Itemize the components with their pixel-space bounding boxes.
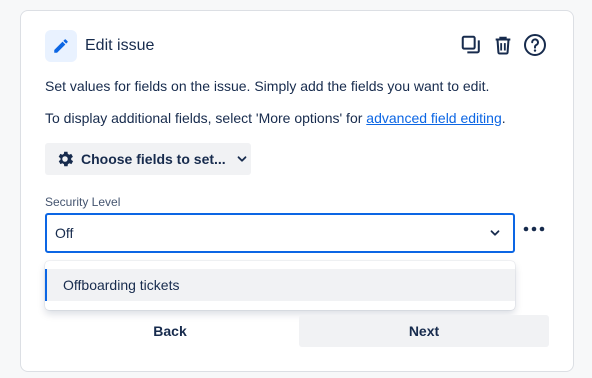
advanced-editing-prefix: To display additional fields, select 'Mo… [45,110,367,126]
security-level-select[interactable]: Off [45,213,515,253]
next-button[interactable]: Next [299,315,549,347]
security-level-dropdown: Offboarding tickets [45,261,515,310]
chevron-down-icon [236,153,248,165]
choose-fields-label: Choose fields to set... [81,151,226,167]
duplicate-icon[interactable] [459,33,483,57]
more-options-icon[interactable] [522,219,546,239]
trash-icon[interactable] [491,33,515,57]
page-title: Edit issue [85,37,155,54]
edit-issue-card: Edit issue Set values for fields on the … [20,10,574,372]
back-button[interactable]: Back [45,315,295,347]
pencil-icon [45,30,77,62]
advanced-editing-text: To display additional fields, select 'Mo… [45,108,506,128]
card-header: Edit issue [45,30,154,62]
security-level-value: Off [55,225,74,241]
advanced-field-editing-link[interactable]: advanced field editing [366,110,501,126]
help-icon[interactable] [523,33,547,57]
gear-icon [55,149,75,169]
choose-fields-button[interactable]: Choose fields to set... [45,143,251,175]
security-level-label: Security Level [45,195,121,209]
header-actions [459,33,547,57]
description-text: Set values for fields on the issue. Simp… [45,78,490,94]
dropdown-option[interactable]: Offboarding tickets [45,269,515,301]
chevron-down-icon [489,227,501,239]
advanced-editing-suffix: . [501,110,506,126]
